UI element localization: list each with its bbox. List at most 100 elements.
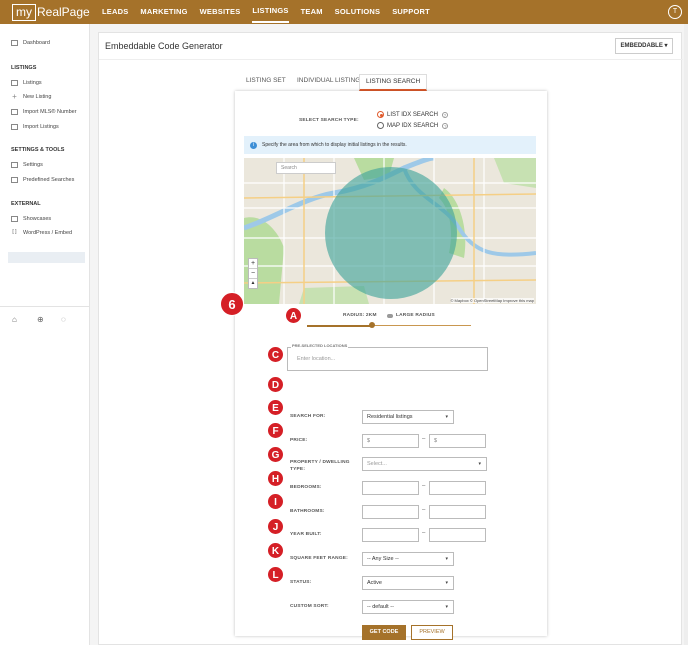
step-marker: D — [267, 376, 284, 393]
custom-sort-label: CUSTOM SORT: — [290, 604, 329, 609]
bathrooms-max-input[interactable] — [429, 505, 486, 519]
price-max-input[interactable]: $ — [429, 434, 486, 448]
location-input[interactable]: Enter location... — [297, 356, 335, 362]
large-radius-toggle[interactable] — [387, 314, 393, 318]
radio-list-idx[interactable]: LIST IDX SEARCH ? — [377, 111, 448, 118]
help-icon[interactable]: ? — [441, 111, 448, 118]
sidebar-section-title: EXTERNAL — [11, 201, 41, 207]
logo-box: my — [12, 3, 36, 21]
brackets-icon: [ ] — [12, 229, 17, 235]
map[interactable]: Search + − ▲ © Mapbox © OpenStreetMap Im… — [244, 158, 536, 304]
step-marker: E — [267, 399, 284, 416]
search-for-select[interactable]: Residential listings ▾ — [362, 410, 454, 424]
map-zoom-controls: + − ▲ — [248, 258, 258, 289]
sidebar-item-label: Predefined Searches — [23, 177, 75, 183]
range-separator: – — [422, 436, 426, 442]
sidebar-item-label: Settings — [23, 162, 43, 168]
nav-solutions[interactable]: SOLUTIONS — [335, 0, 381, 24]
nav-marketing[interactable]: MARKETING — [140, 0, 187, 24]
dashboard-icon — [11, 40, 18, 46]
radius-slider-fill — [307, 325, 371, 327]
zoom-in-button[interactable]: + — [249, 259, 257, 268]
sidebar-item-dashboard[interactable]: Dashboard — [11, 40, 50, 46]
year-built-label: YEAR BUILT: — [290, 532, 322, 537]
sidebar-item-predefined-searches[interactable]: Predefined Searches — [11, 177, 74, 183]
radio-label: LIST IDX SEARCH — [387, 111, 438, 118]
tab-listing-search[interactable]: LISTING SEARCH — [359, 74, 428, 91]
embeddable-dropdown[interactable]: EMBEDDABLE ▾ — [615, 38, 673, 54]
preselected-locations-label: PRE-SELECTED LOCATIONS — [291, 343, 349, 348]
get-code-button[interactable]: GET CODE — [362, 625, 406, 640]
page-title: Embeddable Code Generator — [105, 41, 223, 51]
status-label: STATUS: — [290, 580, 312, 585]
caret-down-icon: ▾ — [445, 604, 448, 610]
tab-listing-set[interactable]: LISTING SET — [246, 74, 286, 91]
sidebar-item-new-listing[interactable]: + New Listing — [11, 93, 52, 101]
preview-button[interactable]: PREVIEW — [411, 625, 453, 640]
search-list-icon — [11, 177, 18, 183]
sidebar-item-wordpress-embed[interactable]: [ ] WordPress / Embed — [11, 229, 72, 237]
step-marker: 6 — [220, 292, 244, 316]
custom-sort-select[interactable]: -- default -- ▾ — [362, 600, 454, 614]
radio-map-idx[interactable]: MAP IDX SEARCH ? — [377, 122, 449, 129]
caret-down-icon: ▾ — [478, 461, 481, 467]
bathrooms-min-input[interactable] — [362, 505, 419, 519]
step-marker: G — [267, 446, 284, 463]
sidebar-item-import-mls[interactable]: Import MLS® Number — [11, 109, 77, 115]
tab-individual-listing[interactable]: INDIVIDUAL LISTING — [297, 74, 360, 91]
nav-team[interactable]: TEAM — [301, 0, 323, 24]
top-nav: my RealPage LEADS MARKETING WEBSITES LIS… — [0, 0, 688, 24]
sidebar-section-title: LISTINGS — [11, 65, 37, 71]
sidebar-item-label: New Listing — [23, 94, 52, 100]
sidebar-item-showcases[interactable]: Showcases — [11, 216, 51, 222]
sidebar-item-import-listings[interactable]: Import Listings — [11, 124, 59, 130]
chat-icon[interactable]: ◌ — [61, 315, 66, 324]
avatar[interactable]: T — [668, 5, 682, 19]
info-text: Specify the area from which to display i… — [262, 142, 407, 148]
sidebar-item-label: Showcases — [23, 216, 52, 222]
bedrooms-max-input[interactable] — [429, 481, 486, 495]
large-radius-label: LARGE RADIUS — [396, 313, 435, 318]
list-icon — [11, 80, 18, 86]
price-min-input[interactable]: $ — [362, 434, 419, 448]
home-icon[interactable]: ⌂ — [12, 315, 17, 324]
select-value: -- Any Size -- — [367, 556, 399, 562]
radio-unselected-icon — [377, 122, 384, 129]
nav-leads[interactable]: LEADS — [102, 0, 128, 24]
radius-slider-handle[interactable] — [369, 322, 375, 328]
bathrooms-label: BATHROOMS: — [290, 509, 325, 514]
nav-websites[interactable]: WEBSITES — [200, 0, 241, 24]
sqft-select[interactable]: -- Any Size -- ▾ — [362, 552, 454, 566]
nav-listings[interactable]: LISTINGS — [252, 1, 289, 23]
info-icon: i — [250, 141, 257, 149]
sidebar: Dashboard LISTINGS Listings + New Listin… — [0, 24, 90, 645]
select-value: -- default -- — [367, 604, 394, 610]
status-select[interactable]: Active ▾ — [362, 576, 454, 590]
caret-down-icon: ▾ — [445, 580, 448, 586]
globe-icon[interactable]: ⊕ — [37, 315, 44, 324]
property-type-select[interactable]: Select... ▾ — [362, 457, 487, 471]
sidebar-item-listings[interactable]: Listings — [11, 80, 42, 86]
divider — [99, 59, 683, 60]
year-built-min-input[interactable] — [362, 528, 419, 542]
map-attribution[interactable]: © Mapbox © OpenStreetMap Improve this ma… — [450, 298, 534, 303]
compass-icon[interactable]: ▲ — [249, 278, 257, 288]
help-icon[interactable]: ? — [442, 122, 449, 129]
radio-selected-icon — [377, 111, 384, 118]
logo[interactable]: my RealPage — [12, 3, 90, 21]
bedrooms-min-input[interactable] — [362, 481, 419, 495]
sidebar-section-title: SETTINGS & TOOLS — [11, 147, 65, 153]
nav-support[interactable]: SUPPORT — [392, 0, 430, 24]
search-type-label: SELECT SEARCH TYPE: — [299, 118, 359, 123]
year-built-max-input[interactable] — [429, 528, 486, 542]
select-placeholder: Select... — [367, 461, 387, 467]
search-for-label: SEARCH FOR: — [290, 414, 326, 419]
step-marker: F — [267, 422, 284, 439]
step-marker: H — [267, 470, 284, 487]
sidebar-item-settings[interactable]: Settings — [11, 162, 43, 168]
page-scrollbar[interactable] — [684, 24, 688, 645]
step-marker: J — [267, 518, 284, 535]
step-marker: I — [267, 493, 284, 510]
map-search-input[interactable]: Search — [276, 162, 336, 174]
zoom-out-button[interactable]: − — [249, 268, 257, 278]
